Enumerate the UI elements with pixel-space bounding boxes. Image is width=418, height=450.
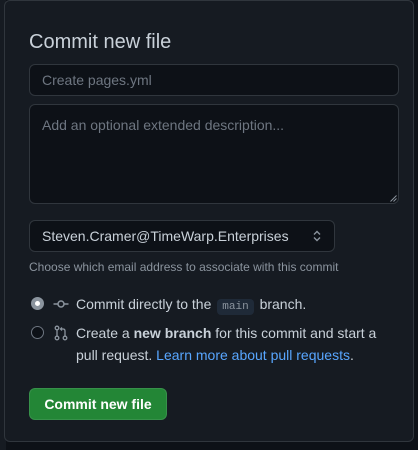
resize-grip-icon[interactable] xyxy=(390,195,397,202)
radio-commit-directly[interactable] xyxy=(31,297,44,310)
option-commit-directly-text: Commit directly to the main branch. xyxy=(76,294,306,317)
option-2-link-suffix: . xyxy=(349,347,354,363)
dialog-title: Commit new file xyxy=(29,31,172,53)
commit-dialog: Commit new file Steven.Cramer@TimeWarp.E… xyxy=(4,0,414,442)
option-2-text-before: Create a xyxy=(76,325,130,341)
option-new-branch[interactable]: Create a new branch for this commit and … xyxy=(31,324,402,366)
learn-more-pull-requests-link[interactable]: Learn more about pull requests xyxy=(156,347,350,363)
radio-new-branch[interactable] xyxy=(31,326,44,339)
select-caret-icon xyxy=(312,228,322,244)
email-select-value: Steven.Cramer@TimeWarp.Enterprises xyxy=(42,228,289,244)
option-1-text-after: branch. xyxy=(259,296,307,312)
email-select[interactable]: Steven.Cramer@TimeWarp.Enterprises xyxy=(29,220,335,252)
option-commit-directly[interactable]: Commit directly to the main branch. xyxy=(31,295,306,317)
commit-description-textarea[interactable] xyxy=(29,104,399,204)
option-new-branch-text: Create a new branch for this commit and … xyxy=(76,322,402,366)
commit-summary-input[interactable] xyxy=(29,64,399,96)
branch-name-badge: main xyxy=(217,299,254,315)
git-pull-request-icon xyxy=(54,325,68,341)
git-commit-icon xyxy=(53,300,69,308)
option-2-bold: new branch xyxy=(133,325,212,341)
email-hint: Choose which email address to associate … xyxy=(29,260,339,274)
option-1-text-before: Commit directly to the xyxy=(76,296,212,312)
commit-new-file-button[interactable]: Commit new file xyxy=(29,388,167,420)
